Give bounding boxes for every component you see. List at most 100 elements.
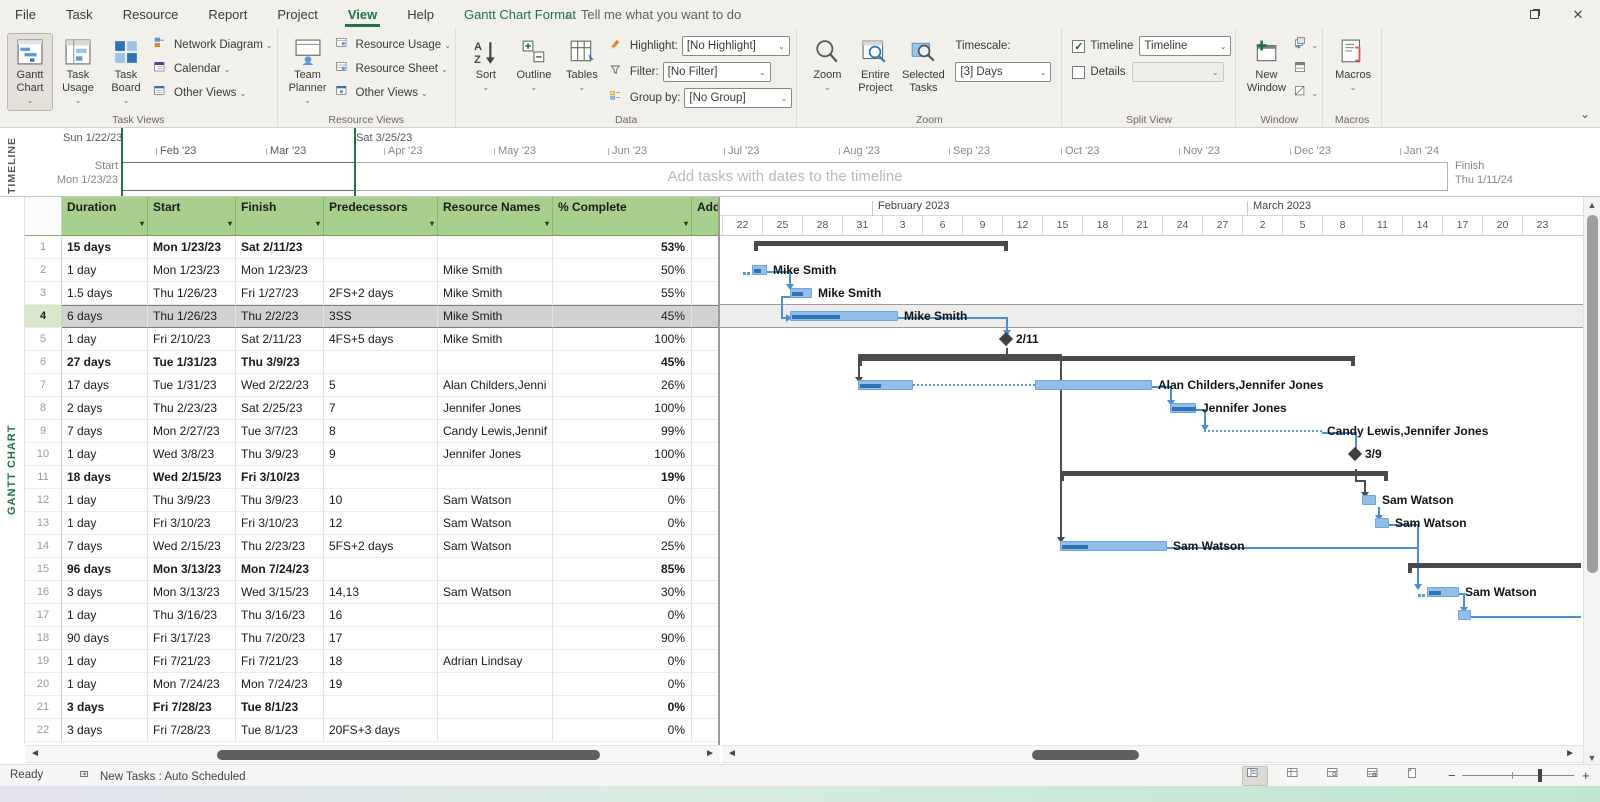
summary-bar[interactable] <box>1408 563 1581 568</box>
cell-finish[interactable]: Wed 2/22/23 <box>236 374 324 397</box>
column-header-duration[interactable]: Duration▾ <box>62 197 148 236</box>
cell-resource-names[interactable]: Jennifer Jones <box>438 397 553 420</box>
macros-macros-button[interactable]: Macros⌄ <box>1330 33 1376 111</box>
cell-start[interactable]: Wed 3/8/23 <box>148 443 236 466</box>
task-views-task-usage-button[interactable]: Task Usage⌄ <box>55 33 101 111</box>
cell-duration[interactable]: 7 days <box>62 420 148 443</box>
cell-finish[interactable]: Fri 7/21/23 <box>236 650 324 673</box>
task-table[interactable]: Duration▾Start▾Finish▾Predecessors▾Resou… <box>25 197 720 745</box>
cell-duration[interactable]: 96 days <box>62 558 148 581</box>
cell-add[interactable] <box>692 696 720 719</box>
row-number[interactable]: 6 <box>25 351 62 374</box>
cell-predecessors[interactable]: 8 <box>324 420 438 443</box>
menu-tab-resource[interactable]: Resource <box>108 0 194 29</box>
cell--complete[interactable]: 99% <box>553 420 692 443</box>
task-bar[interactable] <box>790 311 898 321</box>
cell-resource-names[interactable] <box>438 351 553 374</box>
switch-windows-button[interactable]: ⌄ <box>1294 33 1318 57</box>
cell-duration[interactable]: 17 days <box>62 374 148 397</box>
cell-add[interactable] <box>692 581 720 604</box>
timeline-window-left-edge[interactable] <box>121 128 123 197</box>
cell-predecessors[interactable]: 3SS <box>324 305 438 328</box>
cell-predecessors[interactable]: 4FS+5 days <box>324 328 438 351</box>
search-box[interactable]: ⌕Tell me what you want to do <box>565 0 741 29</box>
chart-scroll-thumb[interactable] <box>1032 750 1139 760</box>
row-number[interactable]: 19 <box>25 650 62 673</box>
cell-resource-names[interactable]: Adrian Lindsay <box>438 650 553 673</box>
cell-finish[interactable]: Fri 3/10/23 <box>236 466 324 489</box>
chart-h-scrollbar[interactable]: ◄► <box>722 745 1583 763</box>
zoom-zoom-button[interactable]: Zoom⌄ <box>804 33 850 111</box>
cell-resource-names[interactable] <box>438 604 553 627</box>
resource-views-team-planner-button[interactable]: Team Planner⌄ <box>285 33 331 111</box>
cell-add[interactable] <box>692 374 720 397</box>
calendar-button[interactable]: Calendar⌄ <box>154 57 273 81</box>
data-tables-button[interactable]: Tables⌄ <box>559 33 605 111</box>
cell--complete[interactable]: 100% <box>553 443 692 466</box>
menu-tab-task[interactable]: Task <box>51 0 108 29</box>
zoom-out-button[interactable]: − <box>1448 768 1456 783</box>
other-views-button[interactable]: Other Views⌄ <box>154 81 273 105</box>
cell-start[interactable]: Thu 3/16/23 <box>148 604 236 627</box>
column-header-finish[interactable]: Finish▾ <box>236 197 324 236</box>
cell-duration[interactable]: 1.5 days <box>62 282 148 305</box>
cell--complete[interactable]: 26% <box>553 374 692 397</box>
cell-predecessors[interactable]: 5FS+2 days <box>324 535 438 558</box>
cell-predecessors[interactable]: 9 <box>324 443 438 466</box>
cell-finish[interactable]: Thu 3/9/23 <box>236 443 324 466</box>
cell-add[interactable] <box>692 512 720 535</box>
task-bar[interactable] <box>1427 587 1459 597</box>
row-number[interactable]: 14 <box>25 535 62 558</box>
task-bar[interactable] <box>1375 518 1389 528</box>
cell-duration[interactable]: 1 day <box>62 604 148 627</box>
cell--complete[interactable]: 53% <box>553 236 692 259</box>
cell-start[interactable]: Mon 7/24/23 <box>148 673 236 696</box>
cell-predecessors[interactable]: 17 <box>324 627 438 650</box>
cell-predecessors[interactable] <box>324 351 438 374</box>
cell-start[interactable]: Thu 2/23/23 <box>148 397 236 420</box>
cell-add[interactable] <box>692 650 720 673</box>
cell-duration[interactable]: 3 days <box>62 581 148 604</box>
summary-bar[interactable] <box>1060 471 1388 476</box>
cell--complete[interactable]: 85% <box>553 558 692 581</box>
cell-start[interactable]: Fri 3/10/23 <box>148 512 236 535</box>
cell-predecessors[interactable] <box>324 558 438 581</box>
scroll-down-arrow[interactable]: ▼ <box>1584 753 1600 763</box>
row-number[interactable]: 5 <box>25 328 62 351</box>
cell-resource-names[interactable]: Sam Watson <box>438 512 553 535</box>
cell-start[interactable]: Mon 1/23/23 <box>148 236 236 259</box>
cell-finish[interactable]: Thu 3/9/23 <box>236 351 324 374</box>
resource-sheet-button[interactable]: Resource Sheet⌄ <box>336 57 451 81</box>
cell--complete[interactable]: 45% <box>553 351 692 374</box>
zoom-slider-track[interactable] <box>1462 775 1574 776</box>
cell-add[interactable] <box>692 604 720 627</box>
cell-duration[interactable]: 1 day <box>62 328 148 351</box>
cell--complete[interactable]: 0% <box>553 489 692 512</box>
cell-predecessors[interactable]: 5 <box>324 374 438 397</box>
filter-select[interactable]: [No Filter]⌄ <box>663 62 771 82</box>
column-header-predecessors[interactable]: Predecessors▾ <box>324 197 438 236</box>
row-number[interactable]: 12 <box>25 489 62 512</box>
task-bar[interactable] <box>790 288 812 298</box>
cell-resource-names[interactable]: Candy Lewis,Jennif <box>438 420 553 443</box>
cell--complete[interactable]: 100% <box>553 397 692 420</box>
vertical-scroll-thumb[interactable] <box>1587 215 1598 573</box>
cell-duration[interactable]: 6 days <box>62 305 148 328</box>
row-number[interactable]: 2 <box>25 259 62 282</box>
cell-start[interactable]: Fri 7/28/23 <box>148 696 236 719</box>
cell-start[interactable]: Mon 3/13/23 <box>148 581 236 604</box>
cell--complete[interactable]: 0% <box>553 696 692 719</box>
cell--complete[interactable]: 19% <box>553 466 692 489</box>
cell--complete[interactable]: 100% <box>553 328 692 351</box>
cell--complete[interactable]: 90% <box>553 627 692 650</box>
cell-add[interactable] <box>692 420 720 443</box>
cell-duration[interactable]: 15 days <box>62 236 148 259</box>
row-number[interactable]: 20 <box>25 673 62 696</box>
zoom-selected-tasks-button[interactable]: Selected Tasks <box>900 33 946 111</box>
cell-resource-names[interactable] <box>438 673 553 696</box>
timeline-pane[interactable]: TIMELINESun 1/22/23Sat 3/25/23Feb '23Mar… <box>0 128 1600 197</box>
zoom-entire-project-button[interactable]: Entire Project <box>852 33 898 111</box>
cell-resource-names[interactable]: Mike Smith <box>438 305 553 328</box>
scroll-left-arrow[interactable]: ◄ <box>727 748 737 759</box>
cell-finish[interactable]: Sat 2/11/23 <box>236 328 324 351</box>
